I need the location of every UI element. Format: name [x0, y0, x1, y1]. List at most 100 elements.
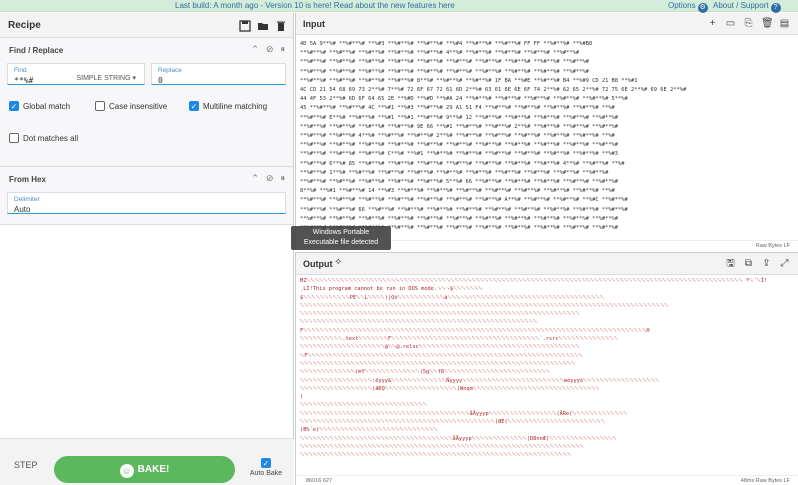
find-type-label: SIMPLE STRING: [76, 75, 131, 82]
gear-icon: ⚙: [697, 3, 708, 13]
input-line: **%#**%# E**%# **%#**%# **%#1 **%#1 **%#…: [300, 114, 619, 121]
op-title-from-hex: From Hex: [9, 175, 46, 184]
top-notice-bar: Last build: A month ago - Version 10 is …: [0, 0, 798, 13]
find-field[interactable]: Find **%# SIMPLE STRING ▾: [7, 63, 145, 85]
bake-button[interactable]: ☺ BAKE!: [54, 456, 235, 483]
output-line: ␀␀␀␀␀␀␀␀␀␀␀␀␀␀␀␀␀␀␀␀␀␀␀␀␀␀␀␀␀␀␀␀␀␀␀␀␀␀␀␀…: [300, 410, 628, 417]
replace-input-icon[interactable]: ⇪: [761, 258, 772, 269]
input-line: 4C CD 21 54 68 69 73 2**%# 7**%# 72 6F 6…: [300, 87, 687, 94]
trash-icon[interactable]: [275, 19, 287, 31]
disable-icon[interactable]: ⊘: [266, 173, 274, 184]
output-line: (: [300, 394, 304, 401]
global-match-checkbox[interactable]: ✓ Global match: [9, 101, 70, 111]
delimiter-value: Auto: [14, 205, 31, 214]
disable-icon[interactable]: ⊘: [266, 44, 274, 55]
output-line: ␀␀␀␀␀␀␀␀␀␀␀␀␀␀␀␀␀␀␀␀␀␀␀␀␀␀␀␀␀␀␀␀␀␀␀␀␀␀␀␀…: [300, 360, 576, 367]
case-insensitive-checkbox[interactable]: Case insensitive: [95, 101, 167, 111]
output-line: ¸LÍ!This program cannot be run in DOS mo…: [300, 286, 483, 293]
input-line: **%#**%# **%#**%# **%#**%# **%#**%# **%#…: [300, 179, 619, 186]
output-line: ␀␀␀␀␀␀␀␀␀␀␀␀␀␀␀␀␀␀␀␀␀␀␀␀␀␀␀␀␀␀␀␀␀␀␀␀␀␀␀␀…: [300, 443, 584, 450]
version-notice-link[interactable]: Last build: A month ago - Version 10 is …: [175, 0, 455, 12]
output-panel: Output 🖫 ⧉ ⇪ ⤢ MZ␀␀␀␀␀␀␀␀␀␀␀␀␀␀␀␀␀␀␀␀␀␀␀…: [295, 252, 798, 485]
folder-icon[interactable]: [257, 19, 269, 31]
auto-bake-checkbox[interactable]: ✓ Auto Bake: [246, 458, 286, 477]
output-line: ␀F␀␀␀␀␀␀␀␀␀␀␀␀␀␀␀␀␀␀␀␀␀␀␀␀␀␀␀␀␀␀␀␀␀␀␀␀␀␀…: [300, 352, 583, 359]
output-line: ␀␀␀␀␀␀␀␀␀␀␀␀␀␀␀␀␀␀␀␀@␀␀@.reloc␀␀␀␀␀␀␀␀␀␀…: [300, 344, 580, 351]
input-line: **%#**%# **%#**%# **%#**%# **%#**%# **%#…: [300, 142, 619, 149]
output-line: ␀␀␀␀␀␀␀␀␀␀␀␀␀␀␀␀␀␀␀␀␀␀␀␀␀␀␀␀␀␀: [300, 402, 428, 409]
maximize-icon[interactable]: ⤢: [779, 258, 790, 269]
output-line: $␀␀␀␀␀␀␀␀␀␀␀PE␀␀L␀␅␀␀)|Qô␀␀␀␀␀␀␀␀␀␀␀à␀␂␁…: [300, 294, 604, 301]
output-status-right: 48ms Raw Bytes LF: [740, 478, 790, 484]
file-type-tooltip: Windows Portable Executable file detecte…: [291, 226, 391, 250]
input-line: **%#**%# **%#**%# **%#**%# **%#**%# 8**%…: [300, 77, 638, 84]
replace-field[interactable]: Replace 0: [151, 63, 286, 85]
options-link[interactable]: Options ⚙: [668, 0, 708, 13]
op-title-find-replace: Find / Replace: [9, 46, 64, 55]
dot-matches-all-label: Dot matches all: [23, 133, 79, 143]
input-line: **%#**%# **%#**%# 66 **%#**%# **%#**%# *…: [300, 206, 628, 213]
pause-icon[interactable]: ⏸: [280, 44, 285, 55]
input-textarea[interactable]: 4D 5A 9**%# **%#**%# **%#3 **%#**%# **%#…: [300, 40, 792, 235]
tooltip-line-1: Windows Portable: [312, 229, 370, 236]
input-line: **%#**%# 6**%# 85 **%#**%# **%#**%# **%#…: [300, 160, 625, 167]
input-line: **%#**%# **%#**%# **%#**%# **%#**%# **%#…: [300, 59, 589, 66]
output-line: (B%`e(␀␀␀␀␀␀␀␀␀␀␀␀␀␀␀␀␀␀␀␀␀␀␀␀␀␀␀␀: [300, 427, 438, 434]
replace-label: Replace: [158, 67, 182, 74]
output-title: Output: [303, 259, 333, 269]
bake-label: BAKE!: [137, 464, 170, 475]
save-icon[interactable]: [239, 19, 251, 32]
output-line: ␀␀␀␀␀␀␀␀␀␀␀␀␀␀␀␀␀␀␀␀␀␀␀␀␀␀␀␀␀␀␀␀␀␀␀␀␀␀␀␀…: [300, 311, 580, 318]
add-tab-icon[interactable]: +: [707, 18, 718, 29]
input-line: **%#**%# **%#**%# 4**%# **%#**%# **%#**%…: [300, 133, 615, 140]
input-line: **%#**%# 1**%# **%#**%# **%#**%# **%#**%…: [300, 169, 609, 176]
recipe-title: Recipe: [8, 20, 41, 31]
input-panel: Input + ▭ ⎘ 🗑 ▤ 4D 5A 9**%# **%#**%# **%…: [295, 13, 798, 250]
input-line: 44 4F 53 2**%# 6D 6F 64 65 2E **%#D **%#…: [300, 96, 628, 103]
output-line: ␀␀␀␀␀␀␀␀␀␀␀␀␀␀␀␀␀␀␀␀␀␀␀␀␀␀␀␀␀␀␀␀␀␀␀␀␀␀␀␀…: [300, 419, 606, 426]
input-title: Input: [303, 19, 325, 29]
global-match-label: Global match: [23, 101, 71, 111]
copy-output-icon[interactable]: ⧉: [743, 258, 754, 269]
replace-value: 0: [158, 76, 163, 85]
chevron-up-icon[interactable]: ⌃: [251, 44, 259, 55]
clear-input-icon[interactable]: 🗑: [761, 18, 774, 29]
open-file-icon[interactable]: ⎘: [743, 18, 754, 29]
check-icon: ✓: [261, 458, 271, 468]
save-output-icon[interactable]: 🖫: [725, 258, 736, 269]
dot-matches-all-checkbox[interactable]: Dot matches all: [9, 133, 78, 143]
output-line: ␀␀␀␀␀␀␀␀␀␀␀␀␀(mY␀␄␀␀␀␀␀␀␀␀␀␀␀(5g␀␀f8␀␀␀␀…: [300, 369, 551, 376]
find-type-dropdown[interactable]: SIMPLE STRING ▾: [76, 74, 136, 82]
auto-bake-label: Auto Bake: [249, 470, 283, 477]
about-support-link[interactable]: About / Support?: [713, 0, 781, 13]
output-line: ␀␀␀␀␀␀␀␀␀␀␀␀␀␀␀␀␀␀␀␀␀␀␀␀␀␀␀␀␀␀␀␀␀␀␀␀␀␀␀␀…: [300, 452, 572, 459]
input-header: Input + ▭ ⎘ 🗑 ▤: [296, 13, 798, 35]
input-status-right: Raw Bytes LF: [755, 243, 790, 249]
chevron-up-icon[interactable]: ⌃: [251, 173, 259, 184]
input-line: **%#**%# **%#**%# **%#**%# **%#**%# 9E 6…: [300, 123, 619, 130]
recipe-header: Recipe: [0, 13, 293, 38]
input-line: **%#**%# **%#**%# **%#**%# C**%# **%#1 *…: [300, 151, 619, 158]
input-line: 45 **%#**%# **%#**%# 4C **%#1 **%#3 **%#…: [300, 105, 615, 112]
pause-icon[interactable]: ⏸: [280, 173, 285, 184]
help-icon: ?: [770, 3, 781, 13]
magic-wand-icon[interactable]: ✧: [334, 257, 346, 269]
input-line: **%#**%# **%#**%# **%#**%# **%#**%# **%#…: [300, 197, 628, 204]
reset-layout-icon[interactable]: ▤: [779, 18, 790, 29]
output-status-bar: 86016 627 48ms Raw Bytes LF: [296, 475, 798, 485]
find-value: **%#: [14, 76, 34, 85]
about-label: About / Support: [713, 1, 769, 10]
open-folder-icon[interactable]: ▭: [725, 18, 736, 29]
tooltip-line-2: Executable file detected: [303, 239, 379, 246]
delimiter-field[interactable]: Delimiter Auto: [7, 192, 286, 214]
check-icon: ✓: [189, 101, 199, 111]
step-button[interactable]: STEP: [14, 460, 38, 470]
options-label: Options: [668, 1, 696, 10]
input-line: 8**%# **%#1 **%#**%# 14 **%#3 **%#**%# *…: [300, 188, 615, 195]
recipe-panel: Recipe Find / Replace ⌃ ⊘ ⏸ Find **%# SI…: [0, 13, 294, 485]
multiline-checkbox[interactable]: ✓ Multiline matching: [189, 101, 267, 111]
output-line: ␀␀␀␀␀␀␀␀␀␀.text␀␀␀␀␀␀␀F␀␀␀␀␀␀␀␀␀␀␀␀␀␀␀␀␀…: [300, 336, 618, 343]
input-line: 4D 5A 9**%# **%#**%# **%#3 **%#**%# **%#…: [300, 41, 593, 47]
output-header: Output 🖫 ⧉ ⇪ ⤢: [296, 253, 798, 275]
output-line: MZ␀␀␀␀␀␀␀␀␀␀␀␀␀␀␀␀␀␀␀␀␀␀␀␀␀␀␀␀␀␀␀␀␀␀␀␀␀␀…: [300, 278, 768, 284]
